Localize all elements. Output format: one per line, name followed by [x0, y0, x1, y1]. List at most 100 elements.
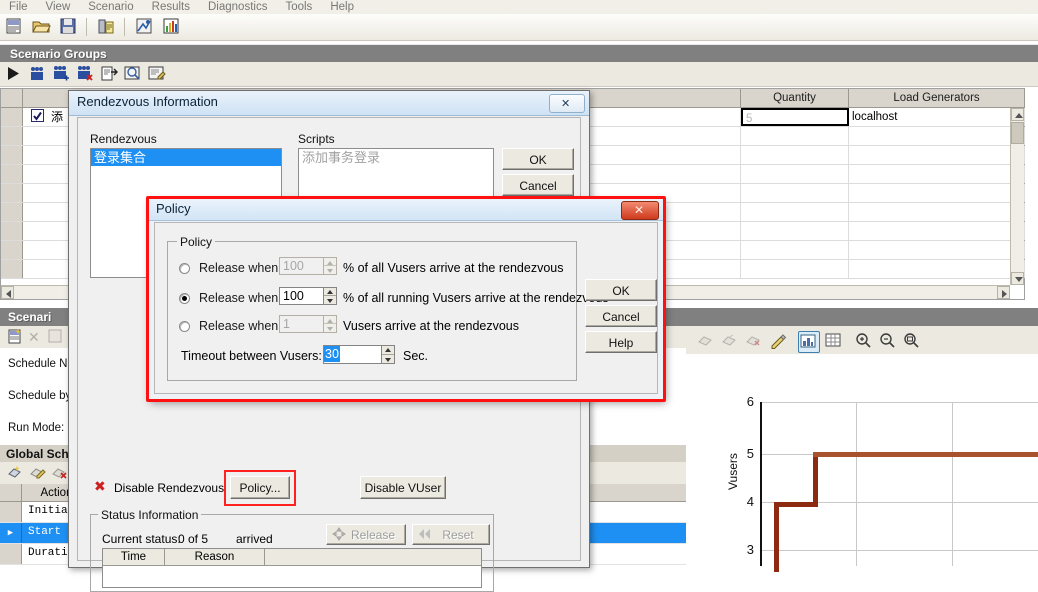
cell-quantity[interactable] [741, 222, 849, 240]
edit-icon[interactable] [768, 331, 788, 351]
cell-quantity[interactable]: 5 [741, 108, 849, 126]
cell-quantity[interactable] [741, 165, 849, 183]
scroll-thumb[interactable] [1011, 122, 1024, 144]
details-icon[interactable] [98, 63, 120, 84]
column-header-load-generators[interactable]: Load Generators [849, 89, 1025, 108]
cell-quantity[interactable] [741, 184, 849, 202]
column-header-select[interactable] [1, 89, 23, 108]
gridline-y3 [762, 550, 1038, 551]
list-item[interactable]: 添加事务登录 [299, 149, 493, 166]
save-scenario-icon[interactable] [57, 15, 81, 39]
cell-quantity[interactable] [741, 146, 849, 164]
cell-quantity[interactable] [741, 260, 849, 278]
delete-schedule-icon[interactable]: ✕ [28, 329, 40, 346]
cell-load-generators[interactable] [849, 165, 1025, 183]
graph-icon[interactable] [160, 15, 184, 39]
row-checkbox[interactable] [31, 109, 44, 128]
status-column-header-time[interactable]: Time [103, 549, 165, 566]
menu-item-scenario[interactable]: Scenario [79, 0, 142, 14]
add-action-icon[interactable] [6, 464, 24, 485]
cell-load-generators[interactable] [849, 222, 1025, 240]
schedule-name-label: Schedule N [8, 358, 68, 370]
menu-item-view[interactable]: View [37, 0, 80, 14]
policy-cancel-button[interactable]: Cancel [585, 305, 657, 327]
menu-item-tools[interactable]: Tools [276, 0, 321, 14]
timeout-spinner[interactable] [381, 345, 395, 364]
policy-percent-running-spinner[interactable] [323, 287, 337, 305]
close-icon[interactable]: ✕ [621, 201, 659, 220]
column-header-quantity[interactable]: Quantity [741, 89, 849, 108]
new-scenario-icon[interactable] [3, 15, 27, 39]
cell-load-generators[interactable] [849, 184, 1025, 202]
close-icon[interactable]: ✕ [549, 94, 585, 113]
grid-view-icon[interactable] [798, 331, 820, 353]
policy-radio-running-vusers[interactable] [179, 293, 190, 304]
rendezvous-cancel-button[interactable]: Cancel [502, 174, 574, 196]
zoom-out-icon[interactable] [878, 331, 898, 351]
cut-icon[interactable] [696, 331, 716, 351]
table-vertical-scrollbar[interactable] [1010, 108, 1024, 285]
scroll-left-button[interactable] [1, 286, 14, 299]
menu-item-help[interactable]: Help [321, 0, 363, 14]
row-selector[interactable] [1, 165, 23, 183]
chart-y-axis-label: Vusers [726, 453, 740, 490]
new-schedule-icon[interactable] [6, 328, 24, 349]
cell-load-generators[interactable]: localhost [849, 108, 1025, 126]
row-selector[interactable] [1, 260, 23, 278]
menu-item-file[interactable]: File [0, 0, 37, 14]
table-view-icon[interactable] [824, 331, 844, 351]
cell-load-generators[interactable] [849, 127, 1025, 145]
policy-vuser-count-spinner[interactable] [323, 315, 337, 333]
policy-radio-vuser-count[interactable] [179, 321, 190, 332]
row-selector[interactable] [1, 108, 23, 126]
policy-dialog[interactable]: Policy ✕ Policy Release when 100 % of al… [148, 198, 664, 400]
cell-load-generators[interactable] [849, 146, 1025, 164]
cell-quantity[interactable] [741, 241, 849, 259]
policy-ok-button[interactable]: OK [585, 279, 657, 301]
status-column-header-reason[interactable]: Reason [165, 549, 265, 566]
policy-radio-all-vusers[interactable] [179, 263, 190, 274]
status-log-table[interactable]: Time Reason [102, 548, 482, 588]
row-selector[interactable] [1, 184, 23, 202]
edit-schedule-icon[interactable] [48, 329, 63, 347]
report-icon[interactable] [95, 15, 119, 39]
disable-rendezvous-label[interactable]: Disable Rendezvous [114, 481, 224, 495]
cell-load-generators[interactable] [849, 203, 1025, 221]
chart-toolbar [686, 328, 1038, 355]
cell-load-generators[interactable] [849, 260, 1025, 278]
row-selector[interactable] [1, 146, 23, 164]
open-scenario-icon[interactable] [30, 15, 54, 39]
row-selector[interactable] [1, 203, 23, 221]
delete-action-icon[interactable] [50, 464, 68, 485]
row-selector[interactable] [1, 241, 23, 259]
cell-load-generators[interactable] [849, 241, 1025, 259]
copy-icon[interactable] [720, 331, 740, 351]
policy-help-button[interactable]: Help [585, 331, 657, 353]
scroll-right-button[interactable] [997, 286, 1010, 299]
rendezvous-dialog-title-bar[interactable]: Rendezvous Information ✕ [69, 91, 589, 116]
run-icon[interactable] [2, 63, 24, 84]
disable-vuser-button[interactable]: Disable VUser [360, 476, 446, 499]
list-item[interactable]: 登录集合 [91, 149, 281, 166]
cell-quantity[interactable] [741, 127, 849, 145]
cell-quantity[interactable] [741, 203, 849, 221]
scroll-down-button[interactable] [1011, 272, 1024, 285]
add-group-icon[interactable] [26, 63, 48, 84]
menu-item-diagnostics[interactable]: Diagnostics [199, 0, 276, 14]
policy-percent-all-spinner[interactable] [323, 257, 337, 275]
zoom-in-icon[interactable] [854, 331, 874, 351]
row-selector[interactable] [1, 222, 23, 240]
edit-script-icon[interactable] [146, 63, 168, 84]
delete-icon[interactable] [744, 331, 764, 351]
zoom-reset-icon[interactable] [902, 331, 922, 351]
add-vuser-icon[interactable] [50, 63, 72, 84]
menu-item-results[interactable]: Results [143, 0, 199, 14]
edit-action-icon[interactable] [28, 464, 46, 485]
remove-vuser-icon[interactable] [74, 63, 96, 84]
view-script-icon[interactable] [122, 63, 144, 84]
analysis-icon[interactable] [133, 15, 157, 39]
scroll-up-button[interactable] [1011, 108, 1024, 121]
row-selector[interactable] [1, 127, 23, 145]
rendezvous-ok-button[interactable]: OK [502, 148, 574, 170]
policy-dialog-title-bar[interactable]: Policy ✕ [149, 199, 663, 221]
